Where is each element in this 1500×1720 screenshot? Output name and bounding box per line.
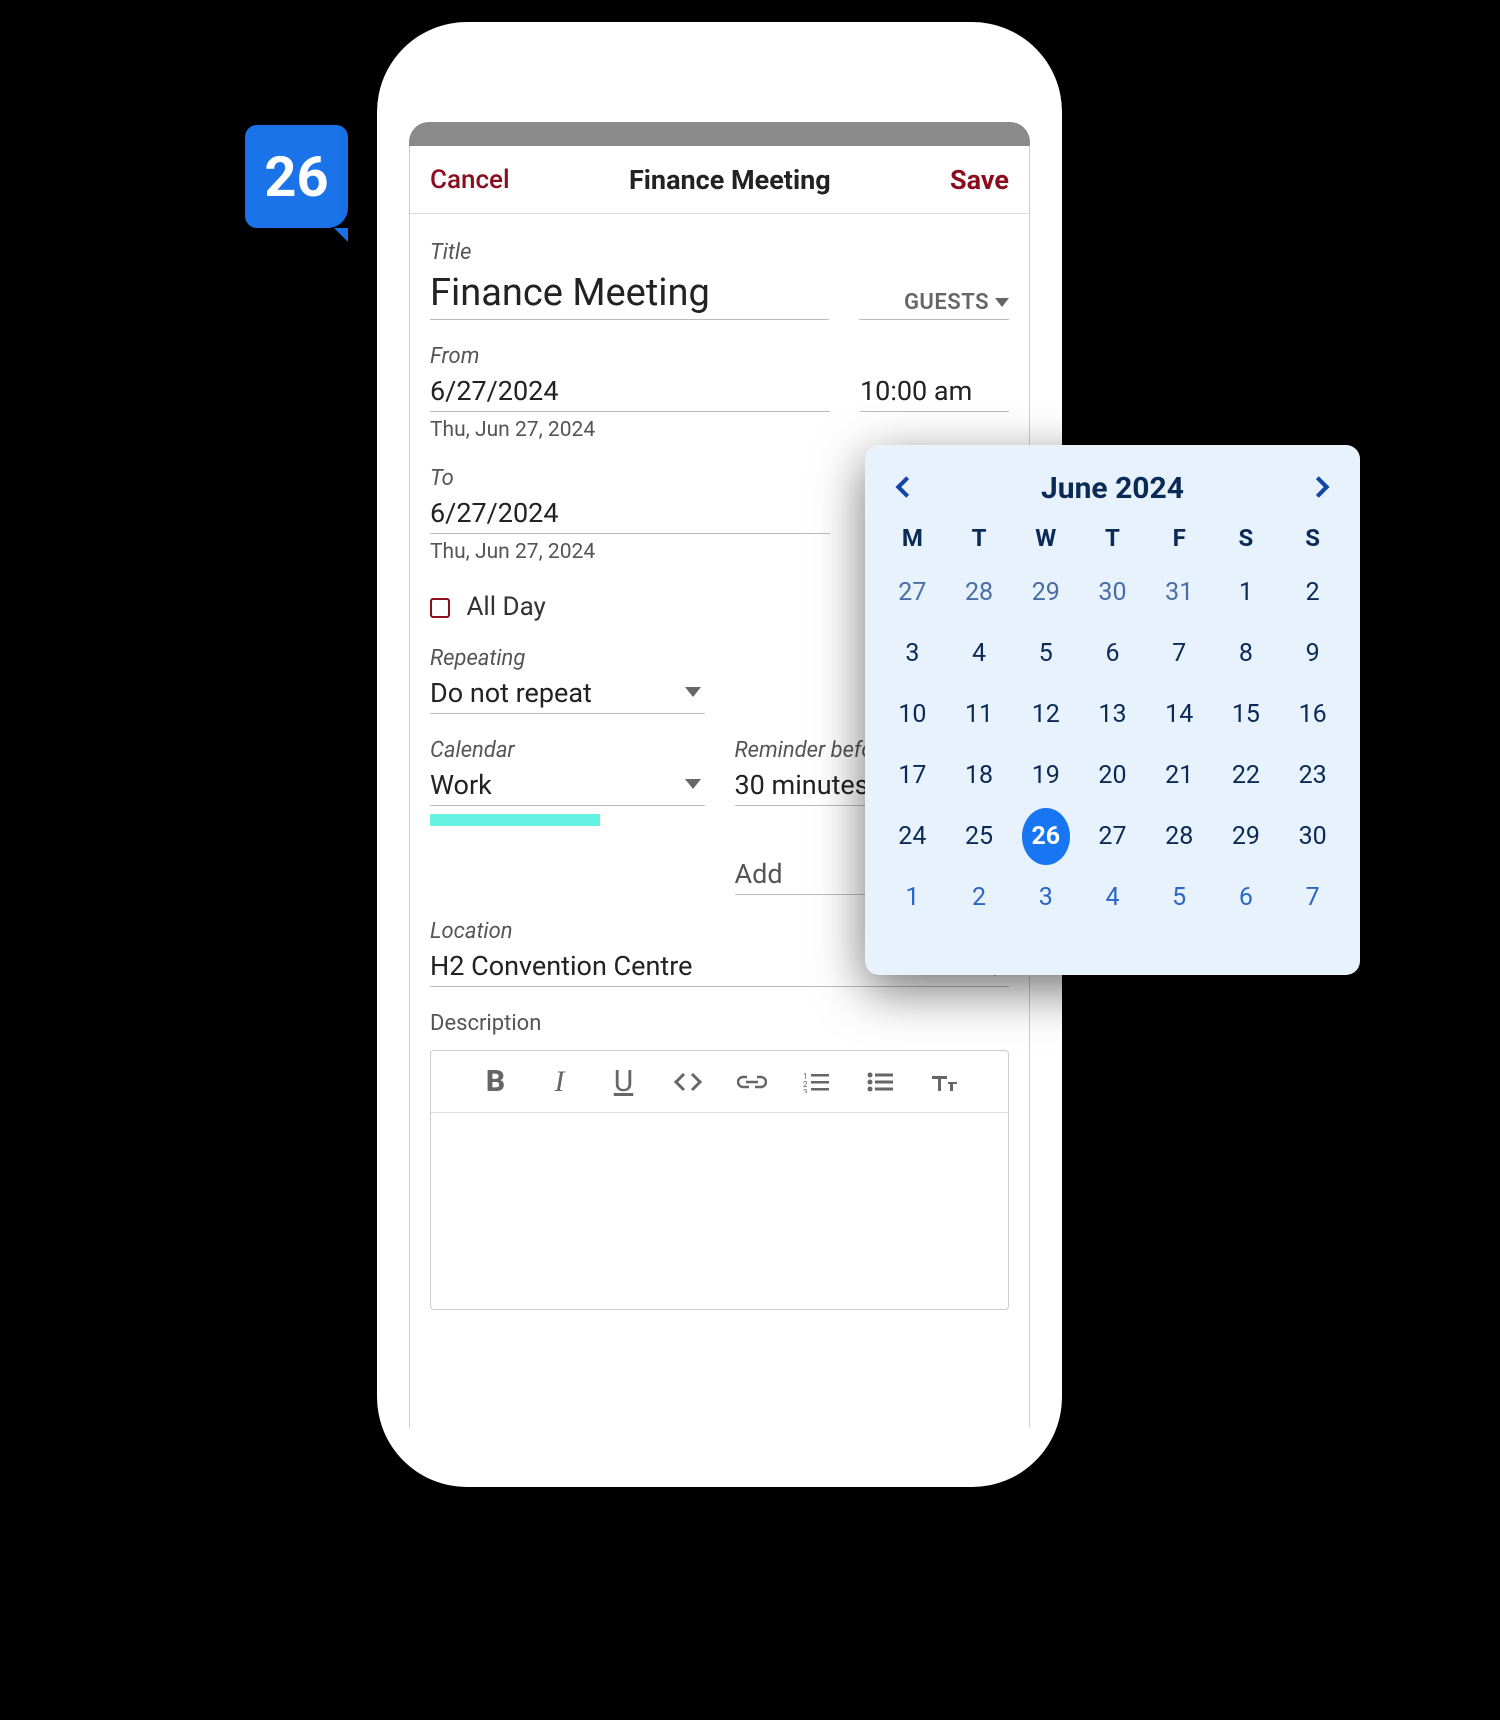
calendar-day[interactable]: 31 bbox=[1155, 564, 1203, 621]
calendar-day[interactable]: 3 bbox=[1022, 869, 1070, 926]
calendar-day[interactable]: 20 bbox=[1088, 747, 1136, 804]
weekday-header: MTWTFSS bbox=[879, 524, 1346, 552]
calendar-day[interactable]: 30 bbox=[1289, 808, 1337, 865]
calendar-day[interactable]: 27 bbox=[888, 564, 936, 621]
calendar-day[interactable]: 4 bbox=[955, 625, 1003, 682]
calendar-day[interactable]: 29 bbox=[1022, 564, 1070, 621]
chevron-down-icon bbox=[995, 298, 1009, 307]
calendar-day[interactable]: 15 bbox=[1222, 686, 1270, 743]
calendar-day[interactable]: 23 bbox=[1289, 747, 1337, 804]
calendar-day[interactable]: 28 bbox=[1155, 808, 1203, 865]
month-title: June 2024 bbox=[1041, 471, 1184, 506]
calendar-color-swatch bbox=[430, 814, 600, 826]
from-date-subtext: Thu, Jun 27, 2024 bbox=[430, 418, 1009, 442]
screen-title: Finance Meeting bbox=[629, 164, 831, 196]
from-date-input[interactable]: 6/27/2024 bbox=[430, 369, 830, 412]
checkbox-icon bbox=[430, 598, 450, 618]
svg-text:3: 3 bbox=[803, 1088, 808, 1093]
guests-label: GUESTS bbox=[904, 290, 989, 315]
calendar-app-badge: 26 bbox=[245, 125, 348, 228]
calendar-day[interactable]: 5 bbox=[1022, 625, 1070, 682]
calendar-day[interactable]: 9 bbox=[1289, 625, 1337, 682]
bold-button[interactable]: B bbox=[479, 1064, 513, 1099]
calendar-day[interactable]: 1 bbox=[888, 869, 936, 926]
weekday-label: S bbox=[1279, 524, 1346, 552]
calendar-day[interactable]: 19 bbox=[1022, 747, 1070, 804]
calendar-day[interactable]: 28 bbox=[955, 564, 1003, 621]
link-button[interactable] bbox=[735, 1071, 769, 1093]
calendar-day[interactable]: 29 bbox=[1222, 808, 1270, 865]
calendar-day[interactable]: 6 bbox=[1222, 869, 1270, 926]
date-picker-popup: June 2024 MTWTFSS 2728293031123456789101… bbox=[865, 445, 1360, 975]
description-label: Description bbox=[430, 1011, 1009, 1036]
ordered-list-button[interactable]: 123 bbox=[799, 1071, 833, 1093]
calendar-day[interactable]: 2 bbox=[1289, 564, 1337, 621]
calendar-day[interactable]: 5 bbox=[1155, 869, 1203, 926]
calendar-day[interactable]: 18 bbox=[955, 747, 1003, 804]
chevron-down-icon bbox=[685, 779, 701, 789]
editor-toolbar: B I U 123 bbox=[431, 1051, 1008, 1113]
calendar-day[interactable]: 12 bbox=[1022, 686, 1070, 743]
calendar-day[interactable]: 6 bbox=[1088, 625, 1136, 682]
from-label: From bbox=[430, 344, 1009, 369]
code-button[interactable] bbox=[671, 1071, 705, 1093]
calendar-day[interactable]: 3 bbox=[888, 625, 936, 682]
calendar-day[interactable]: 25 bbox=[955, 808, 1003, 865]
calendar-day[interactable]: 13 bbox=[1088, 686, 1136, 743]
to-date-input[interactable]: 6/27/2024 bbox=[430, 491, 830, 534]
editor-header: Cancel Finance Meeting Save bbox=[410, 146, 1029, 214]
calendar-day[interactable]: 14 bbox=[1155, 686, 1203, 743]
calendar-day[interactable]: 24 bbox=[888, 808, 936, 865]
calendar-day[interactable]: 10 bbox=[888, 686, 936, 743]
calendar-day[interactable]: 4 bbox=[1088, 869, 1136, 926]
calendar-day[interactable]: 16 bbox=[1289, 686, 1337, 743]
calendar-day[interactable]: 21 bbox=[1155, 747, 1203, 804]
calendar-day[interactable]: 7 bbox=[1289, 869, 1337, 926]
from-time-input[interactable]: 10:00 am bbox=[860, 369, 1009, 412]
underline-button[interactable]: U bbox=[607, 1064, 641, 1099]
weekday-label: T bbox=[1079, 524, 1146, 552]
guests-button[interactable]: GUESTS bbox=[904, 290, 1009, 315]
next-month-button[interactable] bbox=[1308, 473, 1336, 505]
bullet-list-button[interactable] bbox=[863, 1071, 897, 1093]
description-editor[interactable]: B I U 123 bbox=[430, 1050, 1009, 1310]
weekday-label: M bbox=[879, 524, 946, 552]
weekday-label: F bbox=[1146, 524, 1213, 552]
allday-label: All Day bbox=[466, 592, 545, 622]
weekday-label: W bbox=[1012, 524, 1079, 552]
cancel-button[interactable]: Cancel bbox=[430, 165, 510, 195]
weekday-label: T bbox=[946, 524, 1013, 552]
calendar-day[interactable]: 26 bbox=[1022, 808, 1070, 865]
calendar-day[interactable]: 27 bbox=[1088, 808, 1136, 865]
chevron-down-icon bbox=[685, 687, 701, 697]
calendar-day[interactable]: 17 bbox=[888, 747, 936, 804]
repeating-select[interactable]: Do not repeat bbox=[430, 671, 705, 714]
prev-month-button[interactable] bbox=[889, 473, 917, 505]
calendar-day[interactable]: 2 bbox=[955, 869, 1003, 926]
weekday-label: S bbox=[1213, 524, 1280, 552]
text-size-button[interactable] bbox=[927, 1071, 961, 1093]
calendar-day[interactable]: 22 bbox=[1222, 747, 1270, 804]
italic-button[interactable]: I bbox=[543, 1065, 577, 1099]
title-input[interactable]: Finance Meeting bbox=[430, 265, 829, 320]
calendar-day[interactable]: 8 bbox=[1222, 625, 1270, 682]
calendar-day[interactable]: 7 bbox=[1155, 625, 1203, 682]
calendar-label: Calendar bbox=[430, 738, 705, 763]
calendar-day[interactable]: 1 bbox=[1222, 564, 1270, 621]
calendar-day[interactable]: 11 bbox=[955, 686, 1003, 743]
title-label: Title bbox=[430, 240, 1009, 265]
calendar-day[interactable]: 30 bbox=[1088, 564, 1136, 621]
phone-status-bar bbox=[409, 122, 1030, 146]
calendar-select[interactable]: Work bbox=[430, 763, 705, 806]
save-button[interactable]: Save bbox=[950, 164, 1009, 196]
